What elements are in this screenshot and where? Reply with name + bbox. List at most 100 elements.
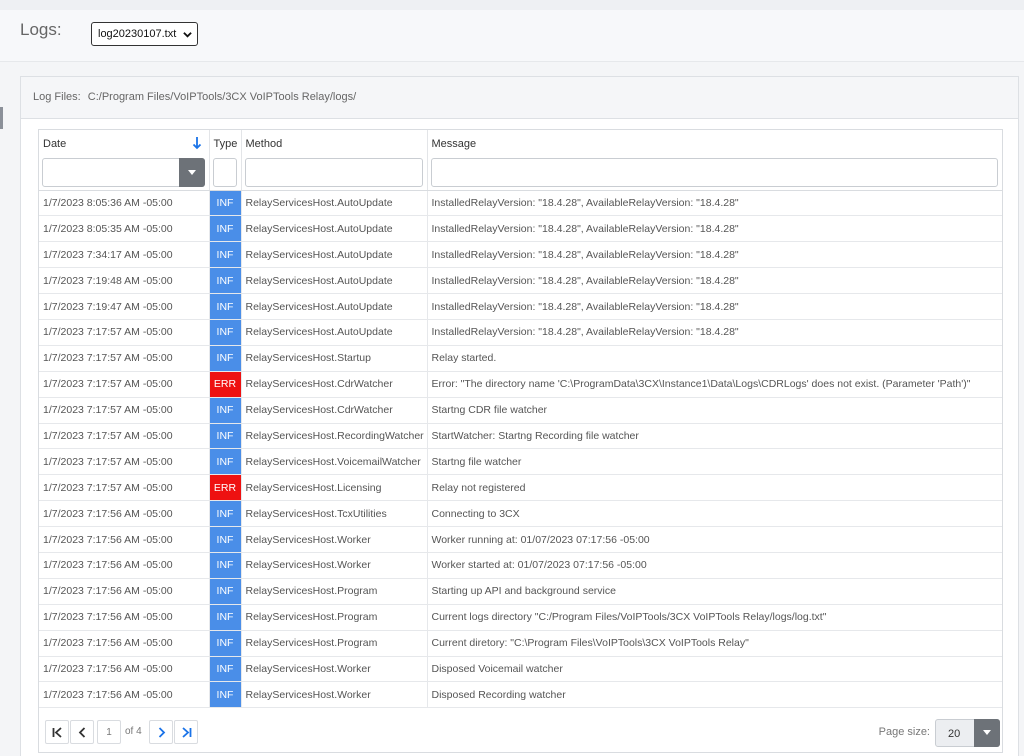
log-message-cell: Current logs directory "C:/Program Files… xyxy=(427,604,1002,631)
table-row[interactable]: 1/7/2023 7:17:57 AM -05:00 INF RelayServic… xyxy=(39,345,1002,372)
log-method-cell: RelayServicesHost.AutoUpdate xyxy=(241,319,428,346)
prev-page-button[interactable] xyxy=(70,720,94,744)
page-size-dropdown-button[interactable] xyxy=(974,719,1000,747)
table-row[interactable]: 1/7/2023 7:19:48 AM -05:00 INF RelayServic… xyxy=(39,267,1002,295)
table-row[interactable]: 1/7/2023 7:17:56 AM -05:00 INF RelayServic… xyxy=(39,681,1002,709)
log-type-badge: INF xyxy=(209,630,242,657)
log-message-cell: Startng CDR file watcher xyxy=(427,397,1002,424)
log-method-cell: RelayServicesHost.Program xyxy=(241,604,428,631)
log-method-cell: RelayServicesHost.Worker xyxy=(241,552,428,579)
log-table-body: 1/7/2023 8:05:36 AM -05:00 INF RelayServic… xyxy=(39,190,1002,709)
table-row[interactable]: 1/7/2023 7:17:56 AM -05:00 INF RelayServic… xyxy=(39,656,1002,683)
log-method-cell: RelayServicesHost.AutoUpdate xyxy=(241,241,428,269)
log-type-badge: INF xyxy=(209,397,242,424)
sidebar-toggle-handle[interactable] xyxy=(0,107,3,129)
log-message-cell: Current diretory: "C:\Program Files\VoIP… xyxy=(427,630,1002,657)
log-date-cell: 1/7/2023 7:17:56 AM -05:00 xyxy=(39,578,210,605)
pager: 1 of 4 Page size: 20 xyxy=(39,714,1002,752)
table-row[interactable]: 1/7/2023 7:17:56 AM -05:00 INF RelayServic… xyxy=(39,526,1002,553)
log-type-badge: INF xyxy=(209,552,242,579)
log-message-cell: StartWatcher: Startng Recording file wat… xyxy=(427,423,1002,450)
table-row[interactable]: 1/7/2023 7:34:17 AM -05:00 INF RelayServic… xyxy=(39,241,1002,269)
panel-heading: Log Files: C:/Program Files/VoIPTools/3C… xyxy=(21,77,1018,119)
log-method-cell: RelayServicesHost.Program xyxy=(241,578,428,605)
table-row[interactable]: 1/7/2023 7:17:57 AM -05:00 INF RelayServic… xyxy=(39,423,1002,450)
log-date-cell: 1/7/2023 7:17:57 AM -05:00 xyxy=(39,345,210,372)
method-filter-input[interactable] xyxy=(244,158,423,187)
log-type-badge: ERR xyxy=(209,474,242,502)
top-band xyxy=(0,0,1024,10)
log-method-cell: RelayServicesHost.AutoUpdate xyxy=(241,215,428,243)
message-filter-input[interactable] xyxy=(430,158,998,187)
page-size-label: Page size: xyxy=(878,726,930,738)
filter-row xyxy=(39,157,1002,191)
log-file-select-value: log20230107.txt xyxy=(98,28,177,40)
table-row[interactable]: 1/7/2023 7:17:56 AM -05:00 INF RelayServic… xyxy=(39,552,1002,579)
type-filter-input[interactable] xyxy=(212,158,237,187)
date-filter-input[interactable] xyxy=(42,158,205,187)
log-message-cell: InstalledRelayVersion: "18.4.28", Availa… xyxy=(427,293,1002,320)
log-message-cell: Startng file watcher xyxy=(427,448,1002,476)
log-method-cell: RelayServicesHost.Program xyxy=(241,630,428,657)
log-method-cell: RelayServicesHost.AutoUpdate xyxy=(241,267,428,295)
caret-down-icon xyxy=(983,730,991,735)
table-row[interactable]: 1/7/2023 8:05:36 AM -05:00 INF RelayServic… xyxy=(39,190,1002,217)
table-row[interactable]: 1/7/2023 7:19:47 AM -05:00 INF RelayServic… xyxy=(39,293,1002,320)
log-file-select[interactable]: log20230107.txt xyxy=(91,22,198,46)
arrow-down-icon[interactable] xyxy=(192,136,202,150)
table-row[interactable]: 1/7/2023 7:17:57 AM -05:00 INF RelayServic… xyxy=(39,319,1002,346)
log-date-cell: 1/7/2023 7:17:56 AM -05:00 xyxy=(39,500,210,528)
log-files-label: Log Files: xyxy=(33,91,81,103)
log-method-cell: RelayServicesHost.Worker xyxy=(241,681,428,709)
table-row[interactable]: 1/7/2023 7:17:57 AM -05:00 ERR RelayServic… xyxy=(39,371,1002,398)
log-method-cell: RelayServicesHost.Worker xyxy=(241,656,428,683)
logs-header: Logs: log20230107.txt xyxy=(0,10,1024,62)
log-date-cell: 1/7/2023 7:19:48 AM -05:00 xyxy=(39,267,210,295)
log-table: Date Type Method Message 1/7/2023 8:05:3… xyxy=(39,130,1002,709)
log-type-badge: INF xyxy=(209,293,242,320)
page-count: of 4 xyxy=(125,726,142,737)
column-header-date[interactable]: Date xyxy=(39,130,210,157)
log-type-badge: INF xyxy=(209,500,242,528)
date-filter-dropdown-button[interactable] xyxy=(178,158,205,187)
table-row[interactable]: 1/7/2023 7:17:56 AM -05:00 INF RelayServic… xyxy=(39,578,1002,605)
log-method-cell: RelayServicesHost.Worker xyxy=(241,526,428,553)
column-header-message[interactable]: Message xyxy=(427,130,1002,157)
log-method-cell: RelayServicesHost.CdrWatcher xyxy=(241,371,428,398)
column-header-method[interactable]: Method xyxy=(241,130,428,157)
log-type-badge: INF xyxy=(209,215,242,243)
log-message-cell: Connecting to 3CX xyxy=(427,500,1002,528)
log-date-cell: 1/7/2023 7:17:57 AM -05:00 xyxy=(39,448,210,476)
table-row[interactable]: 1/7/2023 7:17:56 AM -05:00 INF RelayServic… xyxy=(39,500,1002,528)
log-message-cell: Worker running at: 01/07/2023 07:17:56 -… xyxy=(427,526,1002,553)
log-type-badge: INF xyxy=(209,526,242,553)
table-row[interactable]: 1/7/2023 7:17:57 AM -05:00 INF RelayServic… xyxy=(39,397,1002,424)
next-page-button[interactable] xyxy=(149,720,173,744)
log-date-cell: 1/7/2023 7:17:57 AM -05:00 xyxy=(39,423,210,450)
table-row[interactable]: 1/7/2023 7:17:57 AM -05:00 ERR RelayServic… xyxy=(39,474,1002,502)
page-size-select[interactable]: 20 xyxy=(935,719,1000,747)
last-page-button[interactable] xyxy=(174,720,198,744)
table-row[interactable]: 1/7/2023 7:17:56 AM -05:00 INF RelayServic… xyxy=(39,630,1002,657)
log-message-cell: InstalledRelayVersion: "18.4.28", Availa… xyxy=(427,241,1002,269)
next-page-icon xyxy=(158,727,166,738)
log-method-cell: RelayServicesHost.Licensing xyxy=(241,474,428,502)
log-message-cell: Error: "The directory name 'C:\ProgramDa… xyxy=(427,371,1002,398)
table-row[interactable]: 1/7/2023 7:17:57 AM -05:00 INF RelayServic… xyxy=(39,448,1002,476)
first-page-icon xyxy=(52,727,62,738)
log-type-badge: INF xyxy=(209,423,242,450)
log-method-cell: RelayServicesHost.TcxUtilities xyxy=(241,500,428,528)
first-page-button[interactable] xyxy=(45,720,69,744)
log-method-cell: RelayServicesHost.AutoUpdate xyxy=(241,293,428,320)
page-number-input[interactable]: 1 xyxy=(97,720,121,744)
log-method-cell: RelayServicesHost.Startup xyxy=(241,345,428,372)
log-type-badge: INF xyxy=(209,267,242,295)
log-message-cell: InstalledRelayVersion: "18.4.28", Availa… xyxy=(427,215,1002,243)
column-header-type[interactable]: Type xyxy=(209,130,242,157)
log-date-cell: 1/7/2023 7:17:57 AM -05:00 xyxy=(39,397,210,424)
log-date-cell: 1/7/2023 7:17:56 AM -05:00 xyxy=(39,604,210,631)
log-method-cell: RelayServicesHost.CdrWatcher xyxy=(241,397,428,424)
table-row[interactable]: 1/7/2023 8:05:35 AM -05:00 INF RelayServic… xyxy=(39,215,1002,243)
log-date-cell: 1/7/2023 7:17:57 AM -05:00 xyxy=(39,371,210,398)
table-row[interactable]: 1/7/2023 7:17:56 AM -05:00 INF RelayServic… xyxy=(39,604,1002,631)
